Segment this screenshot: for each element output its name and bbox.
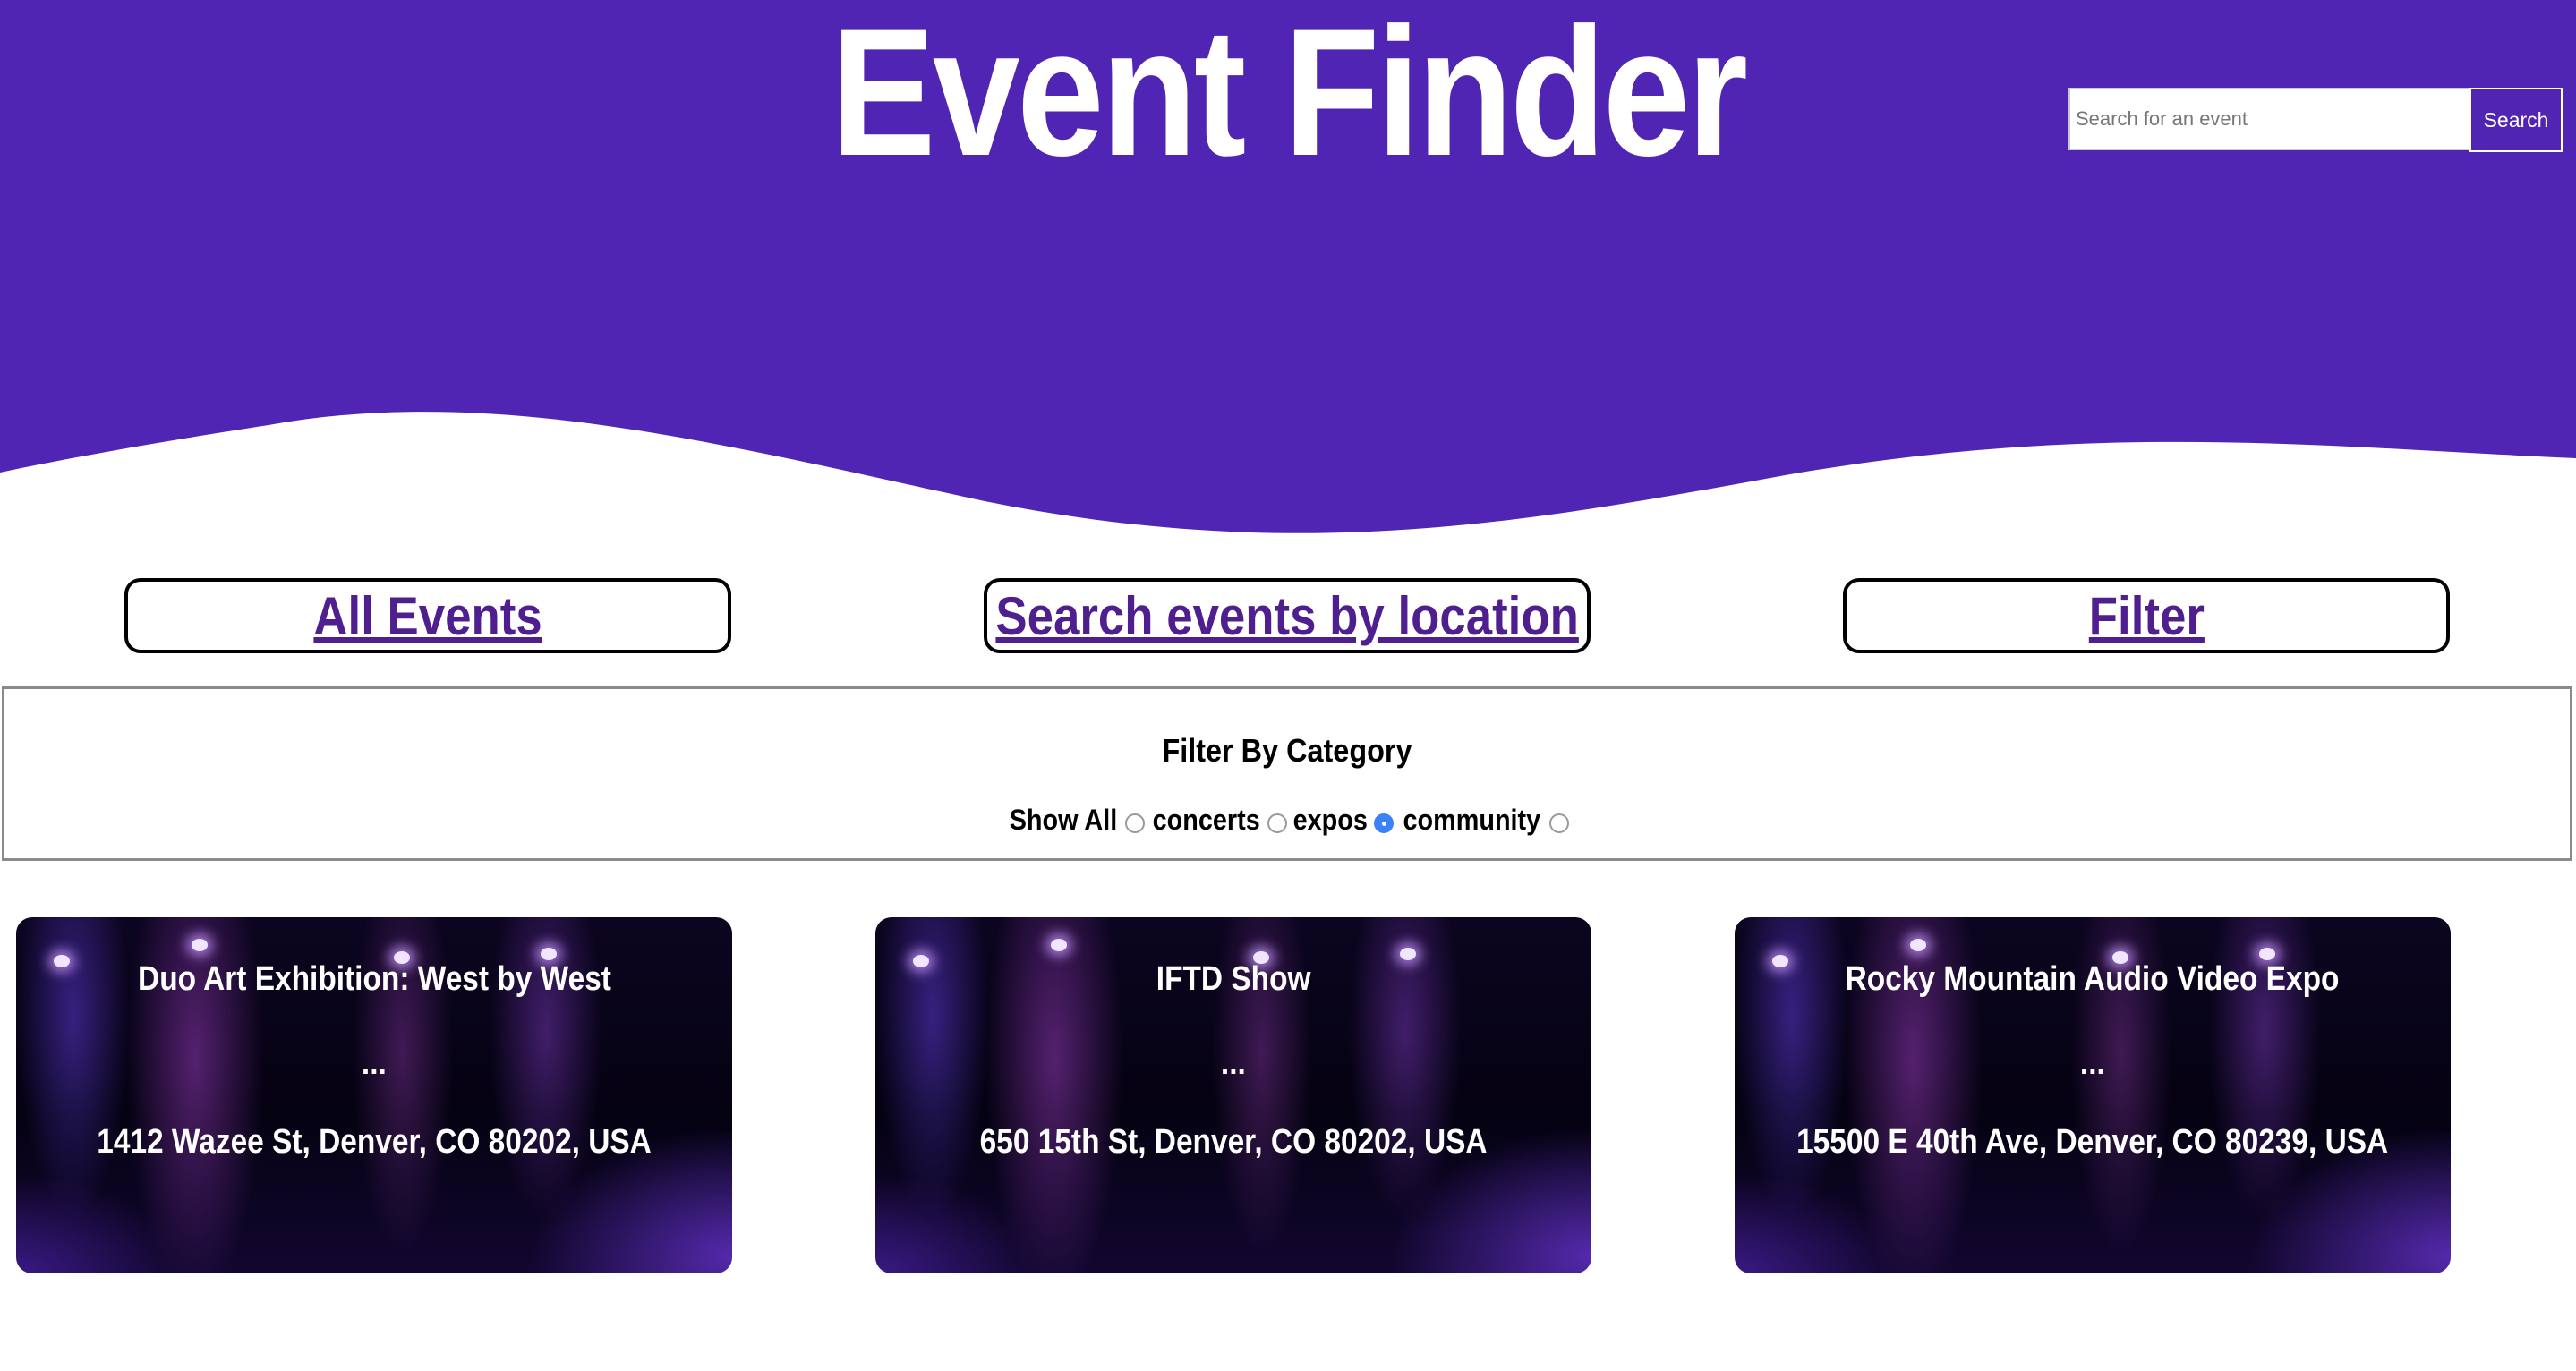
header-banner: Event Finder Search (0, 0, 2576, 555)
all-events-button[interactable]: All Events (124, 578, 731, 653)
search-button[interactable]: Search (2469, 88, 2563, 152)
event-ellipsis: ... (2080, 1044, 2105, 1082)
radio-expos[interactable] (1373, 813, 1394, 833)
search-bar: Search (2068, 88, 2563, 152)
radio-label-community: community (1403, 804, 1540, 836)
filter-panel: Filter By Category Show All concerts exp… (2, 686, 2572, 861)
event-card[interactable]: Duo Art Exhibition: West by West ... 141… (16, 917, 732, 1273)
event-ellipsis: ... (1221, 1044, 1246, 1082)
radio-community[interactable] (1549, 813, 1570, 833)
event-title: Rocky Mountain Audio Video Expo (1846, 960, 2340, 998)
event-address: 15500 E 40th Ave, Denver, CO 80239, USA (1796, 1123, 2389, 1161)
search-by-location-button[interactable]: Search events by location (984, 578, 1591, 653)
event-card[interactable]: Rocky Mountain Audio Video Expo ... 1550… (1735, 917, 2451, 1273)
event-title: IFTD Show (1156, 960, 1311, 998)
event-title: Duo Art Exhibition: West by West (137, 960, 611, 998)
radio-label-concerts: concerts (1152, 804, 1260, 836)
radio-label-show-all: Show All (1009, 804, 1117, 836)
page-title: Event Finder (831, 0, 1748, 194)
event-ellipsis: ... (362, 1044, 387, 1082)
filter-title: Filter By Category (1162, 732, 1412, 769)
search-input[interactable] (2068, 88, 2471, 150)
all-events-link[interactable]: All Events (313, 585, 542, 647)
event-address: 1412 Wazee St, Denver, CO 80202, USA (97, 1123, 652, 1161)
event-card[interactable]: IFTD Show ... 650 15th St, Denver, CO 80… (875, 917, 1591, 1273)
filter-button[interactable]: Filter (1843, 578, 2450, 653)
search-by-location-link[interactable]: Search events by location (995, 585, 1578, 647)
filter-link[interactable]: Filter (2088, 585, 2204, 647)
event-address: 650 15th St, Denver, CO 80202, USA (979, 1123, 1488, 1161)
radio-show-all[interactable] (1124, 813, 1145, 833)
radio-label-expos: expos (1292, 804, 1368, 836)
radio-concerts[interactable] (1267, 813, 1288, 833)
category-radio-group: Show All concerts expos community (4, 804, 2570, 837)
